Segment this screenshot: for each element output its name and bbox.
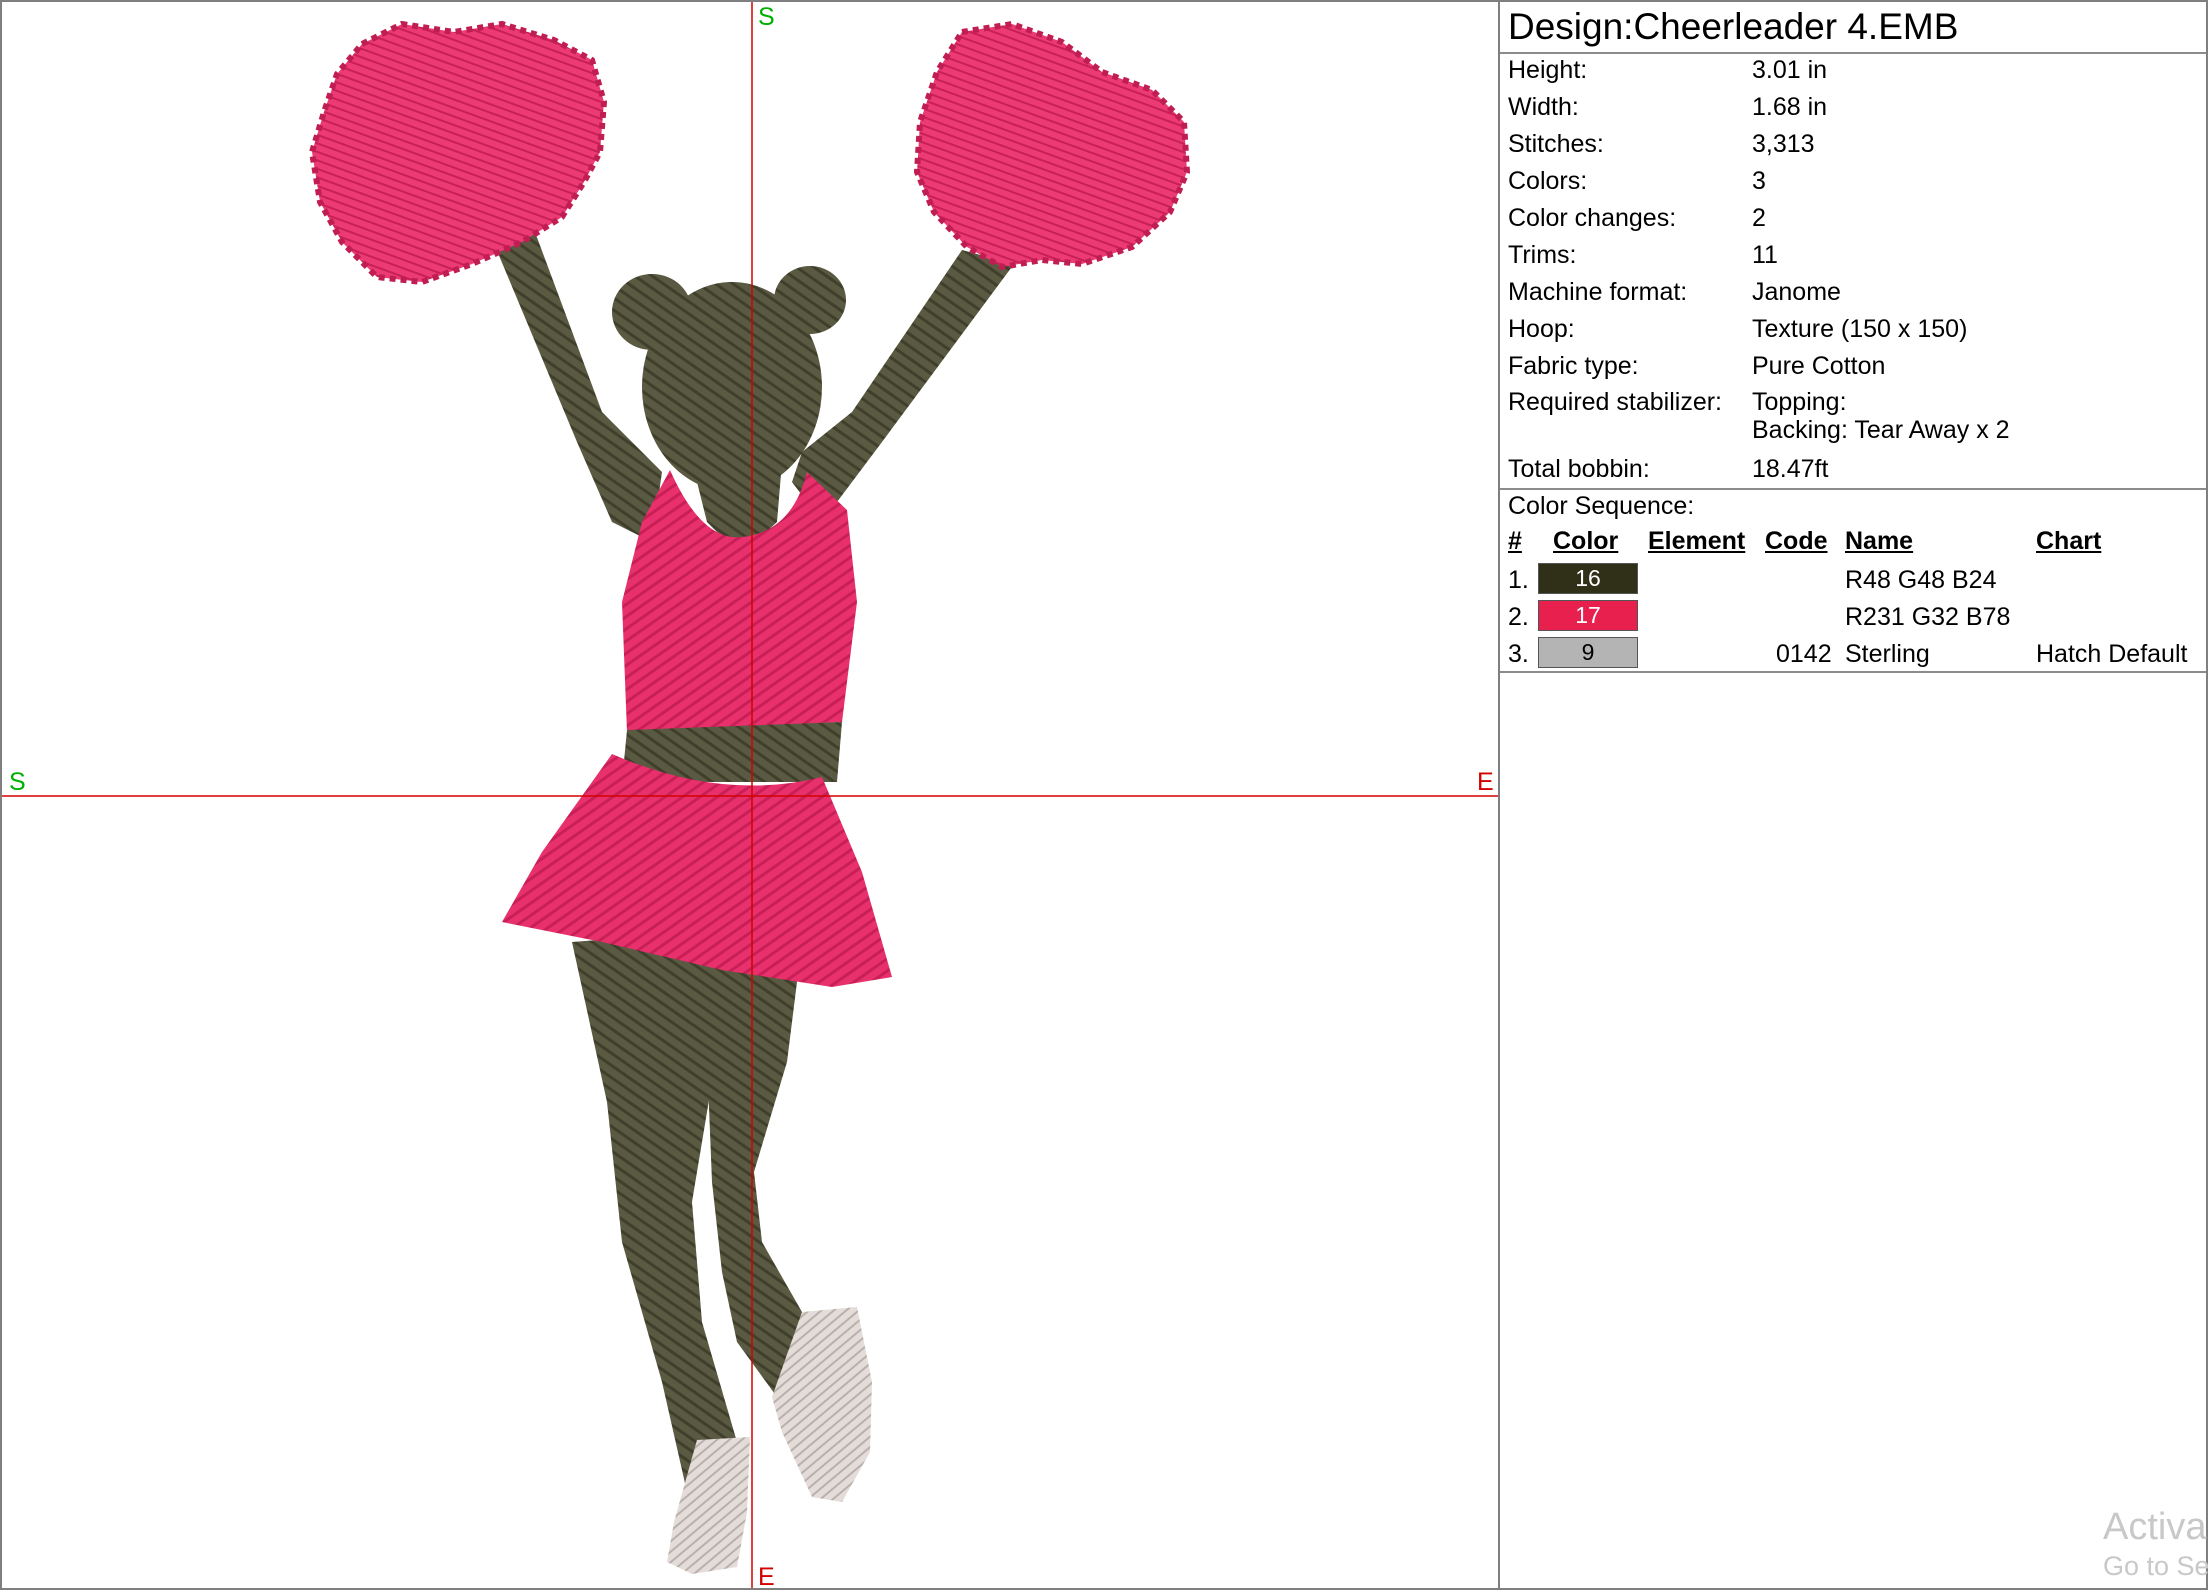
info-label: Stitches: bbox=[1508, 130, 1604, 158]
embroidery-design bbox=[2, 2, 1498, 1588]
color-swatch: 9 bbox=[1538, 637, 1638, 668]
color-sequence-row[interactable]: 1. 16 R48 G48 B24 bbox=[1500, 562, 2206, 598]
color-swatch: 16 bbox=[1538, 563, 1638, 594]
axis-label-top: S bbox=[758, 3, 775, 31]
row-name: R48 G48 B24 bbox=[1845, 566, 1997, 594]
row-code: 0142 bbox=[1776, 640, 1832, 668]
info-label: Machine format: bbox=[1508, 278, 1688, 306]
info-label: Hoop: bbox=[1508, 315, 1575, 343]
info-label: Colors: bbox=[1508, 167, 1588, 195]
color-sequence-row[interactable]: 3. 9 0142 Sterling Hatch Default bbox=[1500, 636, 2206, 672]
info-value: 18.47ft bbox=[1752, 455, 1829, 483]
info-label: Required stabilizer: bbox=[1508, 388, 1722, 416]
axis-label-left: S bbox=[9, 768, 26, 796]
col-header-code[interactable]: Code bbox=[1765, 525, 1828, 557]
col-header-color[interactable]: Color bbox=[1553, 525, 1618, 557]
row-num: 1. bbox=[1508, 566, 1529, 594]
info-value: Backing: Tear Away x 2 bbox=[1752, 416, 2010, 444]
info-label: Height: bbox=[1508, 56, 1588, 84]
right-pompom bbox=[913, 20, 1191, 271]
info-label: Trims: bbox=[1508, 241, 1577, 269]
axis-label-right: E bbox=[1477, 768, 1494, 796]
info-value: Texture (150 x 150) bbox=[1752, 315, 1968, 343]
col-header-name[interactable]: Name bbox=[1845, 525, 1913, 557]
info-value: Pure Cotton bbox=[1752, 352, 1886, 380]
table-bottom-divider bbox=[1500, 671, 2206, 673]
activation-watermark: Activa Go to Se bbox=[2103, 1505, 2208, 1583]
watermark-line-2: Go to Se bbox=[2103, 1551, 2208, 1581]
color-sequence-label: Color Sequence: bbox=[1508, 492, 1695, 520]
row-name: Sterling bbox=[1845, 640, 1930, 668]
left-pompom bbox=[308, 20, 608, 286]
row-chart: Hatch Default bbox=[2036, 640, 2188, 668]
info-label: Fabric type: bbox=[1508, 352, 1639, 380]
left-arm bbox=[490, 224, 662, 542]
col-header-num[interactable]: # bbox=[1508, 525, 1522, 557]
watermark-line-1: Activa bbox=[2103, 1506, 2207, 1548]
info-value: 3.01 in bbox=[1752, 56, 1828, 84]
info-value: Janome bbox=[1752, 278, 1841, 306]
col-header-element[interactable]: Element bbox=[1648, 525, 1745, 557]
right-leg bbox=[702, 932, 812, 1397]
info-label: Color changes: bbox=[1508, 204, 1677, 232]
info-value: 3 bbox=[1752, 167, 1766, 195]
design-canvas[interactable]: S S E E bbox=[0, 0, 1500, 1590]
row-num: 3. bbox=[1508, 640, 1529, 668]
info-value: 3,313 bbox=[1752, 130, 1815, 158]
skirt bbox=[502, 754, 892, 987]
row-name: R231 G32 B78 bbox=[1845, 603, 2011, 631]
color-swatch: 17 bbox=[1538, 600, 1638, 631]
info-value: 2 bbox=[1752, 204, 1766, 232]
info-value: 1.68 in bbox=[1752, 93, 1828, 121]
design-info-panel: Design:Cheerleader 4.EMB Height: 3.01 in… bbox=[1500, 0, 2208, 1590]
info-label: Width: bbox=[1508, 93, 1579, 121]
info-label: Total bobbin: bbox=[1508, 455, 1650, 483]
col-header-chart[interactable]: Chart bbox=[2036, 525, 2101, 557]
color-sequence-row[interactable]: 2. 17 R231 G32 B78 bbox=[1500, 599, 2206, 635]
axis-label-bottom: E bbox=[758, 1563, 775, 1590]
title-divider bbox=[1500, 52, 2206, 54]
design-title: Design:Cheerleader 4.EMB bbox=[1508, 6, 1959, 47]
row-num: 2. bbox=[1508, 603, 1529, 631]
info-value: 11 bbox=[1752, 241, 1778, 269]
